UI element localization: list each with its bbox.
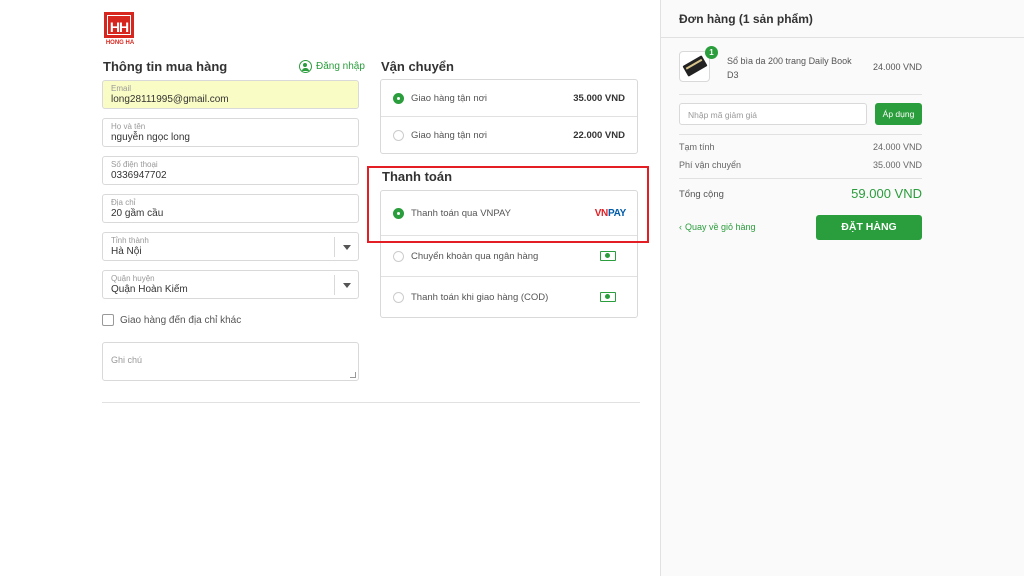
vnpay-logo: VNPAY [594,207,627,219]
shipping-fee-value: 35.000 VND [872,160,922,170]
province-label: Tỉnh thành [111,236,149,245]
phone-label: Số điện thoại [111,160,158,169]
shipping-options: Giao hàng tận nơi 35.000 VND Giao hàng t… [380,79,638,154]
brand-logo[interactable]: HH HONG HA [103,12,137,48]
note-placeholder: Ghi chú [111,355,143,365]
phone-field[interactable]: Số điện thoại 0336947702 [102,156,359,185]
shipping-radio[interactable] [393,92,404,104]
payment-title: Thanh toán [382,169,453,184]
notebook-icon [682,55,708,77]
payment-option-bank-transfer[interactable]: Chuyển khoản qua ngân hàng [381,236,637,277]
logo-mark: HH [104,12,134,38]
province-select[interactable]: Tỉnh thành Hà Nội [102,232,359,261]
province-value: Hà Nội [111,246,142,257]
shipping-option[interactable]: Giao hàng tận nơi 35.000 VND [381,80,637,117]
back-to-cart-link[interactable]: ‹ Quay về giỏ hàng [679,222,756,232]
order-summary-divider [661,37,1024,38]
summary-divider [679,94,922,95]
district-value: Quận Hoàn Kiếm [111,284,188,295]
shipping-fee-label: Phí vận chuyển [679,160,742,170]
fullname-field[interactable]: Họ và tên nguyễn ngọc long [102,118,359,147]
district-label: Quận huyện [111,274,155,283]
cash-icon [600,292,616,302]
payment-option-cod[interactable]: Thanh toán khi giao hàng (COD) [381,277,637,317]
order-summary-panel [660,0,1024,576]
login-link[interactable]: Đăng nhập [299,60,365,73]
payment-option-label: Thanh toán qua VNPAY [411,207,511,219]
back-to-cart-label: Quay về giỏ hàng [685,222,756,232]
summary-divider [679,178,922,179]
login-label: Đăng nhập [316,61,365,72]
subtotal-label: Tạm tính [679,142,715,152]
shipping-option-label: Giao hàng tận nơi [411,92,487,104]
shipping-option-price: 35.000 VND [573,92,625,104]
resize-handle-icon[interactable] [350,372,356,378]
logo-text: HONG HA [105,40,135,46]
subtotal-value: 24.000 VND [872,142,922,152]
customer-info-title: Thông tin mua hàng [103,59,228,74]
shipping-option[interactable]: Giao hàng tận nơi 22.000 VND [381,117,637,153]
fullname-value: nguyễn ngọc long [111,132,190,143]
note-textarea[interactable]: Ghi chú [102,342,359,381]
ship-other-address[interactable]: Giao hàng đến địa chỉ khác [102,314,241,326]
payment-radio[interactable] [393,250,404,262]
address-field[interactable]: Địa chỉ 20 gầm cầu [102,194,359,223]
payment-option-label: Thanh toán khi giao hàng (COD) [411,291,549,303]
checkout-main: HH HONG HA Thông tin mua hàng Đăng nhập … [0,0,660,576]
ship-other-checkbox[interactable] [102,314,114,326]
coupon-input[interactable]: Nhập mã giảm giá [679,103,867,125]
user-icon [299,60,312,73]
payment-option-vnpay[interactable]: Thanh toán qua VNPAY VNPAY [381,191,637,236]
total-label: Tổng cộng [679,189,724,200]
product-price: 24.000 VND [872,62,922,72]
phone-value: 0336947702 [111,170,167,181]
email-field[interactable]: Email long28111995@gmail.com [102,80,359,109]
payment-radio[interactable] [393,207,404,219]
address-label: Địa chỉ [111,198,136,207]
chevron-down-icon[interactable] [334,237,358,257]
email-value: long28111995@gmail.com [111,94,229,105]
email-label: Email [111,84,132,93]
payment-radio[interactable] [393,291,404,303]
product-name: Sổ bìa da 200 trang Daily Book D3 [727,56,852,80]
section-divider [102,402,640,403]
chevron-down-icon[interactable] [334,275,358,295]
ship-other-label: Giao hàng đến địa chỉ khác [120,314,242,326]
place-order-button[interactable]: ĐẶT HÀNG [816,215,922,240]
order-summary-title: Đơn hàng (1 sản phẩm) [679,12,813,26]
chevron-left-icon: ‹ [679,222,682,232]
shipping-radio[interactable] [393,129,404,141]
coupon-placeholder: Nhập mã giảm giá [688,110,757,120]
apply-coupon-button[interactable]: Áp dụng [875,103,922,125]
total-value: 59.000 VND [851,186,922,201]
fullname-label: Họ và tên [111,122,146,131]
summary-divider [679,134,922,135]
payment-option-label: Chuyển khoản qua ngân hàng [411,250,539,262]
quantity-badge: 1 [705,46,718,59]
shipping-option-price: 22.000 VND [573,129,625,141]
address-value: 20 gầm cầu [111,208,164,219]
payment-options: Thanh toán qua VNPAY VNPAY Chuyển khoản … [380,190,638,318]
shipping-title: Vận chuyển [381,59,454,74]
shipping-option-label: Giao hàng tận nơi [411,129,487,141]
district-select[interactable]: Quận huyện Quận Hoàn Kiếm [102,270,359,299]
cash-icon [600,251,616,261]
